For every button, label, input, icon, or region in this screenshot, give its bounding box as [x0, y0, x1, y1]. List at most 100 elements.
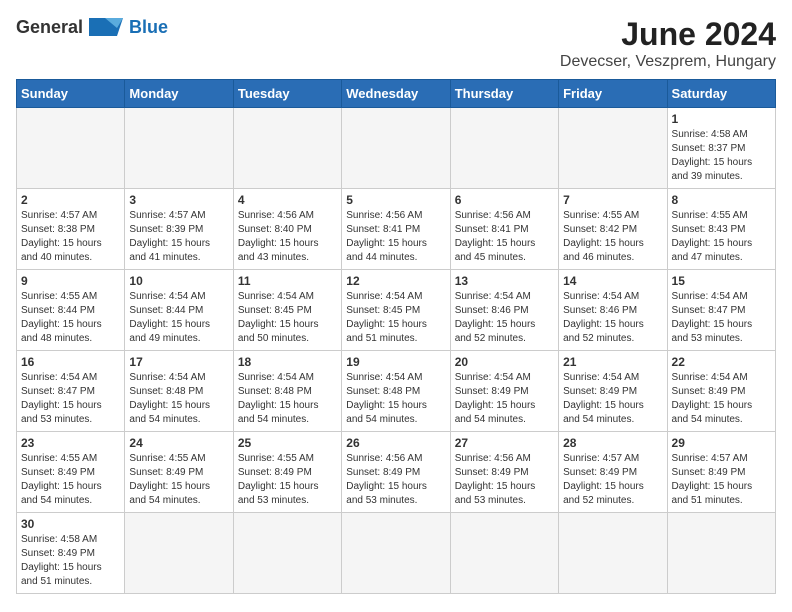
calendar-cell: 5 Sunrise: 4:56 AM Sunset: 8:41 PM Daylig… [342, 189, 450, 270]
calendar-cell [450, 513, 558, 594]
column-header-sunday: Sunday [17, 80, 125, 108]
calendar-cell [125, 513, 233, 594]
day-info: Sunrise: 4:54 AM Sunset: 8:48 PM Dayligh… [129, 371, 228, 427]
day-info: Sunrise: 4:55 AM Sunset: 8:49 PM Dayligh… [238, 452, 337, 508]
day-info: Sunrise: 4:56 AM Sunset: 8:49 PM Dayligh… [346, 452, 445, 508]
calendar-cell: 29 Sunrise: 4:57 AM Sunset: 8:49 PM Dayli… [667, 432, 775, 513]
calendar-cell: 27 Sunrise: 4:56 AM Sunset: 8:49 PM Dayli… [450, 432, 558, 513]
calendar-cell: 1 Sunrise: 4:58 AM Sunset: 8:37 PM Daylig… [667, 108, 775, 189]
day-info: Sunrise: 4:56 AM Sunset: 8:40 PM Dayligh… [238, 209, 337, 265]
day-number: 9 [21, 274, 120, 288]
day-info: Sunrise: 4:55 AM Sunset: 8:44 PM Dayligh… [21, 290, 120, 346]
day-info: Sunrise: 4:54 AM Sunset: 8:46 PM Dayligh… [563, 290, 662, 346]
day-info: Sunrise: 4:55 AM Sunset: 8:42 PM Dayligh… [563, 209, 662, 265]
column-header-monday: Monday [125, 80, 233, 108]
calendar-cell: 8 Sunrise: 4:55 AM Sunset: 8:43 PM Daylig… [667, 189, 775, 270]
day-info: Sunrise: 4:57 AM Sunset: 8:39 PM Dayligh… [129, 209, 228, 265]
logo-area: General Blue [16, 16, 168, 38]
calendar-cell: 14 Sunrise: 4:54 AM Sunset: 8:46 PM Dayli… [559, 270, 667, 351]
logo-text-general: General [16, 17, 83, 38]
day-info: Sunrise: 4:54 AM Sunset: 8:45 PM Dayligh… [346, 290, 445, 346]
calendar-cell [17, 108, 125, 189]
calendar-week-row: 9 Sunrise: 4:55 AM Sunset: 8:44 PM Daylig… [17, 270, 776, 351]
calendar-week-row: 23 Sunrise: 4:55 AM Sunset: 8:49 PM Dayli… [17, 432, 776, 513]
calendar-cell [233, 513, 341, 594]
calendar-header-row: SundayMondayTuesdayWednesdayThursdayFrid… [17, 80, 776, 108]
calendar-cell: 28Sunrise: 4:57 AM Sunset: 8:49 PM Dayli… [559, 432, 667, 513]
calendar-cell: 10Sunrise: 4:54 AM Sunset: 8:44 PM Dayli… [125, 270, 233, 351]
day-number: 30 [21, 517, 120, 531]
calendar-cell: 17Sunrise: 4:54 AM Sunset: 8:48 PM Dayli… [125, 351, 233, 432]
day-number: 19 [346, 355, 445, 369]
day-number: 27 [455, 436, 554, 450]
day-number: 16 [21, 355, 120, 369]
day-number: 1 [672, 112, 771, 126]
calendar-cell [559, 108, 667, 189]
day-number: 2 [21, 193, 120, 207]
calendar-cell [233, 108, 341, 189]
calendar-week-row: 16 Sunrise: 4:54 AM Sunset: 8:47 PM Dayli… [17, 351, 776, 432]
day-info: Sunrise: 4:55 AM Sunset: 8:43 PM Dayligh… [672, 209, 771, 265]
calendar-cell [125, 108, 233, 189]
day-number: 12 [346, 274, 445, 288]
calendar-week-row: 1 Sunrise: 4:58 AM Sunset: 8:37 PM Daylig… [17, 108, 776, 189]
calendar-title: June 2024 [560, 16, 776, 53]
logo-icon [87, 16, 125, 38]
day-number: 4 [238, 193, 337, 207]
calendar-cell [559, 513, 667, 594]
day-info: Sunrise: 4:57 AM Sunset: 8:49 PM Dayligh… [563, 452, 662, 508]
calendar-cell [450, 108, 558, 189]
day-info: Sunrise: 4:57 AM Sunset: 8:38 PM Dayligh… [21, 209, 120, 265]
day-number: 18 [238, 355, 337, 369]
column-header-thursday: Thursday [450, 80, 558, 108]
day-info: Sunrise: 4:54 AM Sunset: 8:48 PM Dayligh… [346, 371, 445, 427]
calendar-week-row: 2 Sunrise: 4:57 AM Sunset: 8:38 PM Daylig… [17, 189, 776, 270]
day-info: Sunrise: 4:55 AM Sunset: 8:49 PM Dayligh… [129, 452, 228, 508]
day-info: Sunrise: 4:56 AM Sunset: 8:49 PM Dayligh… [455, 452, 554, 508]
day-info: Sunrise: 4:54 AM Sunset: 8:46 PM Dayligh… [455, 290, 554, 346]
day-info: Sunrise: 4:58 AM Sunset: 8:37 PM Dayligh… [672, 128, 771, 184]
day-number: 6 [455, 193, 554, 207]
calendar-cell: 24 Sunrise: 4:55 AM Sunset: 8:49 PM Dayli… [125, 432, 233, 513]
day-info: Sunrise: 4:54 AM Sunset: 8:49 PM Dayligh… [455, 371, 554, 427]
calendar-cell: 30 Sunrise: 4:58 AM Sunset: 8:49 PM Dayli… [17, 513, 125, 594]
day-number: 29 [672, 436, 771, 450]
calendar-cell: 15 Sunrise: 4:54 AM Sunset: 8:47 PM Dayli… [667, 270, 775, 351]
day-number: 24 [129, 436, 228, 450]
day-info: Sunrise: 4:55 AM Sunset: 8:49 PM Dayligh… [21, 452, 120, 508]
day-info: Sunrise: 4:54 AM Sunset: 8:47 PM Dayligh… [21, 371, 120, 427]
day-number: 7 [563, 193, 662, 207]
day-number: 14 [563, 274, 662, 288]
day-info: Sunrise: 4:57 AM Sunset: 8:49 PM Dayligh… [672, 452, 771, 508]
calendar-week-row: 30 Sunrise: 4:58 AM Sunset: 8:49 PM Dayli… [17, 513, 776, 594]
day-info: Sunrise: 4:56 AM Sunset: 8:41 PM Dayligh… [455, 209, 554, 265]
calendar-cell [342, 108, 450, 189]
day-info: Sunrise: 4:54 AM Sunset: 8:49 PM Dayligh… [563, 371, 662, 427]
day-info: Sunrise: 4:56 AM Sunset: 8:41 PM Dayligh… [346, 209, 445, 265]
day-number: 15 [672, 274, 771, 288]
column-header-friday: Friday [559, 80, 667, 108]
calendar-cell: 11Sunrise: 4:54 AM Sunset: 8:45 PM Dayli… [233, 270, 341, 351]
calendar-cell: 9 Sunrise: 4:55 AM Sunset: 8:44 PM Daylig… [17, 270, 125, 351]
day-number: 10 [129, 274, 228, 288]
calendar-cell: 6 Sunrise: 4:56 AM Sunset: 8:41 PM Daylig… [450, 189, 558, 270]
calendar-cell: 23 Sunrise: 4:55 AM Sunset: 8:49 PM Dayli… [17, 432, 125, 513]
day-info: Sunrise: 4:54 AM Sunset: 8:45 PM Dayligh… [238, 290, 337, 346]
calendar-cell: 19 Sunrise: 4:54 AM Sunset: 8:48 PM Dayli… [342, 351, 450, 432]
calendar-cell: 18Sunrise: 4:54 AM Sunset: 8:48 PM Dayli… [233, 351, 341, 432]
calendar-cell: 21 Sunrise: 4:54 AM Sunset: 8:49 PM Dayli… [559, 351, 667, 432]
day-number: 8 [672, 193, 771, 207]
day-number: 26 [346, 436, 445, 450]
calendar-table: SundayMondayTuesdayWednesdayThursdayFrid… [16, 79, 776, 594]
calendar-cell: 3Sunrise: 4:57 AM Sunset: 8:39 PM Daylig… [125, 189, 233, 270]
day-info: Sunrise: 4:58 AM Sunset: 8:49 PM Dayligh… [21, 533, 120, 589]
day-number: 5 [346, 193, 445, 207]
calendar-cell: 4 Sunrise: 4:56 AM Sunset: 8:40 PM Daylig… [233, 189, 341, 270]
day-number: 21 [563, 355, 662, 369]
day-info: Sunrise: 4:54 AM Sunset: 8:47 PM Dayligh… [672, 290, 771, 346]
day-info: Sunrise: 4:54 AM Sunset: 8:49 PM Dayligh… [672, 371, 771, 427]
calendar-cell: 20Sunrise: 4:54 AM Sunset: 8:49 PM Dayli… [450, 351, 558, 432]
calendar-cell [342, 513, 450, 594]
day-number: 25 [238, 436, 337, 450]
day-number: 23 [21, 436, 120, 450]
